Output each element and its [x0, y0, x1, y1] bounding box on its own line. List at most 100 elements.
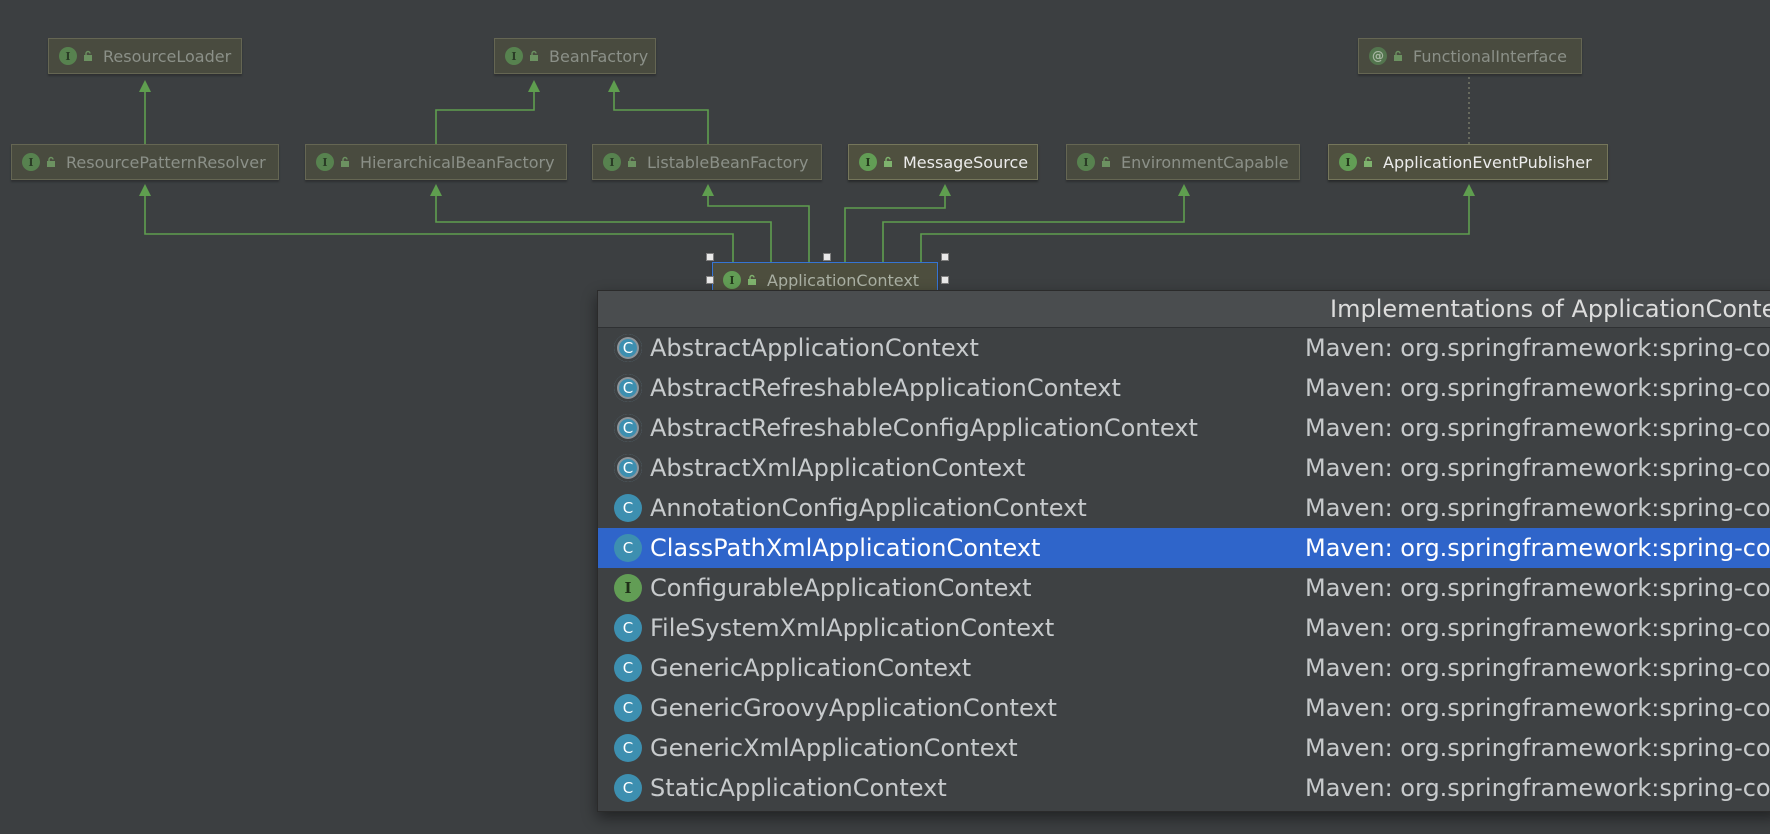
implementation-location: Maven: org.springframework:spring-contex… [1305, 654, 1770, 682]
node-label: BeanFactory [549, 46, 649, 66]
public-access-icon [1361, 155, 1375, 169]
implementation-location: Maven: org.springframework:spring-contex… [1305, 734, 1770, 762]
node-label: EnvironmentCapable [1121, 152, 1289, 172]
resize-handle[interactable] [823, 253, 831, 261]
implementation-row[interactable]: C GenericApplicationContext Maven: org.s… [598, 648, 1770, 688]
implementation-row[interactable]: C AbstractRefreshableConfigApplicationCo… [598, 408, 1770, 448]
implementation-row-selected[interactable]: C ClassPathXmlApplicationContext Maven: … [598, 528, 1770, 568]
node-label: MessageSource [903, 152, 1029, 172]
node-label: ResourcePatternResolver [66, 152, 266, 172]
implementation-row[interactable]: C FileSystemXmlApplicationContext Maven:… [598, 608, 1770, 648]
implementation-location: Maven: org.springframework:spring-contex… [1305, 334, 1770, 362]
edge-applicationcontext-hierarchicalbeanfactory [430, 184, 772, 262]
resize-handle[interactable] [941, 253, 949, 261]
public-access-icon [1099, 155, 1113, 169]
class-icon: C [614, 654, 642, 682]
edge-applicationcontext-listablebeanfactory [702, 184, 810, 262]
class-icon: C [614, 734, 642, 762]
implementation-name: ClassPathXmlApplicationContext [650, 534, 1041, 562]
implementation-location: Maven: org.springframework:spring-contex… [1305, 494, 1770, 522]
implementation-name: StaticApplicationContext [650, 774, 947, 802]
implementation-name: FileSystemXmlApplicationContext [650, 614, 1055, 642]
implementation-name: AbstractRefreshableApplicationContext [650, 374, 1121, 402]
public-access-icon [625, 155, 639, 169]
public-access-icon [1391, 49, 1405, 63]
node-application-event-publisher[interactable]: I ApplicationEventPublisher [1328, 144, 1608, 180]
interface-icon: I [59, 47, 77, 65]
implementation-row[interactable]: I ConfigurableApplicationContext Maven: … [598, 568, 1770, 608]
implementations-popup[interactable]: Implementations of ApplicationContext C … [597, 290, 1770, 812]
edge-applicationcontext-resourcepatternresolver [139, 184, 734, 262]
diagram-canvas[interactable]: I ResourceLoader I BeanFactory @ Functio… [0, 0, 1770, 834]
implementation-name: GenericApplicationContext [650, 654, 972, 682]
edge-applicationcontext-messagesource [844, 184, 951, 262]
interface-icon: I [723, 271, 741, 289]
annotation-icon: @ [1369, 47, 1387, 65]
implementation-name: GenericGroovyApplicationContext [650, 694, 1057, 722]
implementation-name: AbstractXmlApplicationContext [650, 454, 1026, 482]
implementations-list[interactable]: C AbstractApplicationContext Maven: org.… [598, 328, 1770, 808]
implementation-location: Maven: org.springframework:spring-contex… [1305, 454, 1770, 482]
node-bean-factory[interactable]: I BeanFactory [494, 38, 656, 74]
edge-applicationcontext-environmentcapable [882, 184, 1190, 262]
abstract-class-icon: C [614, 374, 642, 402]
implementation-name: AbstractRefreshableConfigApplicationCont… [650, 414, 1198, 442]
node-label: ListableBeanFactory [647, 152, 809, 172]
public-access-icon [338, 155, 352, 169]
node-functional-interface[interactable]: @ FunctionalInterface [1358, 38, 1582, 74]
class-icon: C [614, 614, 642, 642]
implementation-row[interactable]: C GenericGroovyApplicationContext Maven:… [598, 688, 1770, 728]
node-hierarchical-bean-factory[interactable]: I HierarchicalBeanFactory [305, 144, 567, 180]
implementation-row[interactable]: C GenericXmlApplicationContext Maven: or… [598, 728, 1770, 768]
abstract-class-icon: C [614, 454, 642, 482]
interface-icon: I [316, 153, 334, 171]
resize-handle[interactable] [706, 276, 714, 284]
resize-handle[interactable] [706, 253, 714, 261]
implementation-name: ConfigurableApplicationContext [650, 574, 1032, 602]
public-access-icon [81, 49, 95, 63]
class-icon: C [614, 494, 642, 522]
node-label: FunctionalInterface [1413, 46, 1567, 66]
edge-listablebeanfactory-beanfactory [608, 80, 709, 144]
resize-handle[interactable] [941, 276, 949, 284]
interface-icon: I [614, 574, 642, 602]
interface-icon: I [505, 47, 523, 65]
edge-hierarchicalbeanfactory-beanfactory [435, 80, 540, 144]
node-listable-bean-factory[interactable]: I ListableBeanFactory [592, 144, 822, 180]
public-access-icon [745, 273, 759, 287]
node-resource-pattern-resolver[interactable]: I ResourcePatternResolver [11, 144, 279, 180]
public-access-icon [527, 49, 541, 63]
popup-title: Implementations of ApplicationContext [1330, 295, 1770, 323]
interface-icon: I [859, 153, 877, 171]
interface-icon: I [22, 153, 40, 171]
popup-header: Implementations of ApplicationContext [598, 291, 1770, 328]
implementation-row[interactable]: C AbstractRefreshableApplicationContext … [598, 368, 1770, 408]
implementation-location: Maven: org.springframework:spring-contex… [1305, 414, 1770, 442]
node-label: HierarchicalBeanFactory [360, 152, 555, 172]
implementation-location: Maven: org.springframework:spring-contex… [1305, 614, 1770, 642]
implementation-name: GenericXmlApplicationContext [650, 734, 1018, 762]
abstract-class-icon: C [614, 414, 642, 442]
implementation-row[interactable]: C StaticApplicationContext Maven: org.sp… [598, 768, 1770, 808]
interface-icon: I [1339, 153, 1357, 171]
edge-applicationcontext-applicationeventpublisher [920, 184, 1475, 262]
public-access-icon [44, 155, 58, 169]
node-message-source[interactable]: I MessageSource [848, 144, 1038, 180]
node-environment-capable[interactable]: I EnvironmentCapable [1066, 144, 1300, 180]
implementation-row[interactable]: C AnnotationConfigApplicationContext Mav… [598, 488, 1770, 528]
implementation-location: Maven: org.springframework:spring-contex… [1305, 694, 1770, 722]
implementation-name: AnnotationConfigApplicationContext [650, 494, 1087, 522]
implementation-location: Maven: org.springframework:spring-contex… [1305, 374, 1770, 402]
public-access-icon [881, 155, 895, 169]
node-resource-loader[interactable]: I ResourceLoader [48, 38, 242, 74]
abstract-class-icon: C [614, 334, 642, 362]
implementation-row[interactable]: C AbstractApplicationContext Maven: org.… [598, 328, 1770, 368]
node-label: ResourceLoader [103, 46, 232, 66]
node-label: ApplicationContext [767, 270, 920, 290]
implementation-location: Maven: org.springframework:spring-contex… [1305, 774, 1770, 802]
implementation-row[interactable]: C AbstractXmlApplicationContext Maven: o… [598, 448, 1770, 488]
implementation-location: Maven: org.springframework:spring-contex… [1305, 534, 1770, 562]
interface-icon: I [1077, 153, 1095, 171]
implementation-location: Maven: org.springframework:spring-contex… [1305, 574, 1770, 602]
node-label: ApplicationEventPublisher [1383, 152, 1592, 172]
